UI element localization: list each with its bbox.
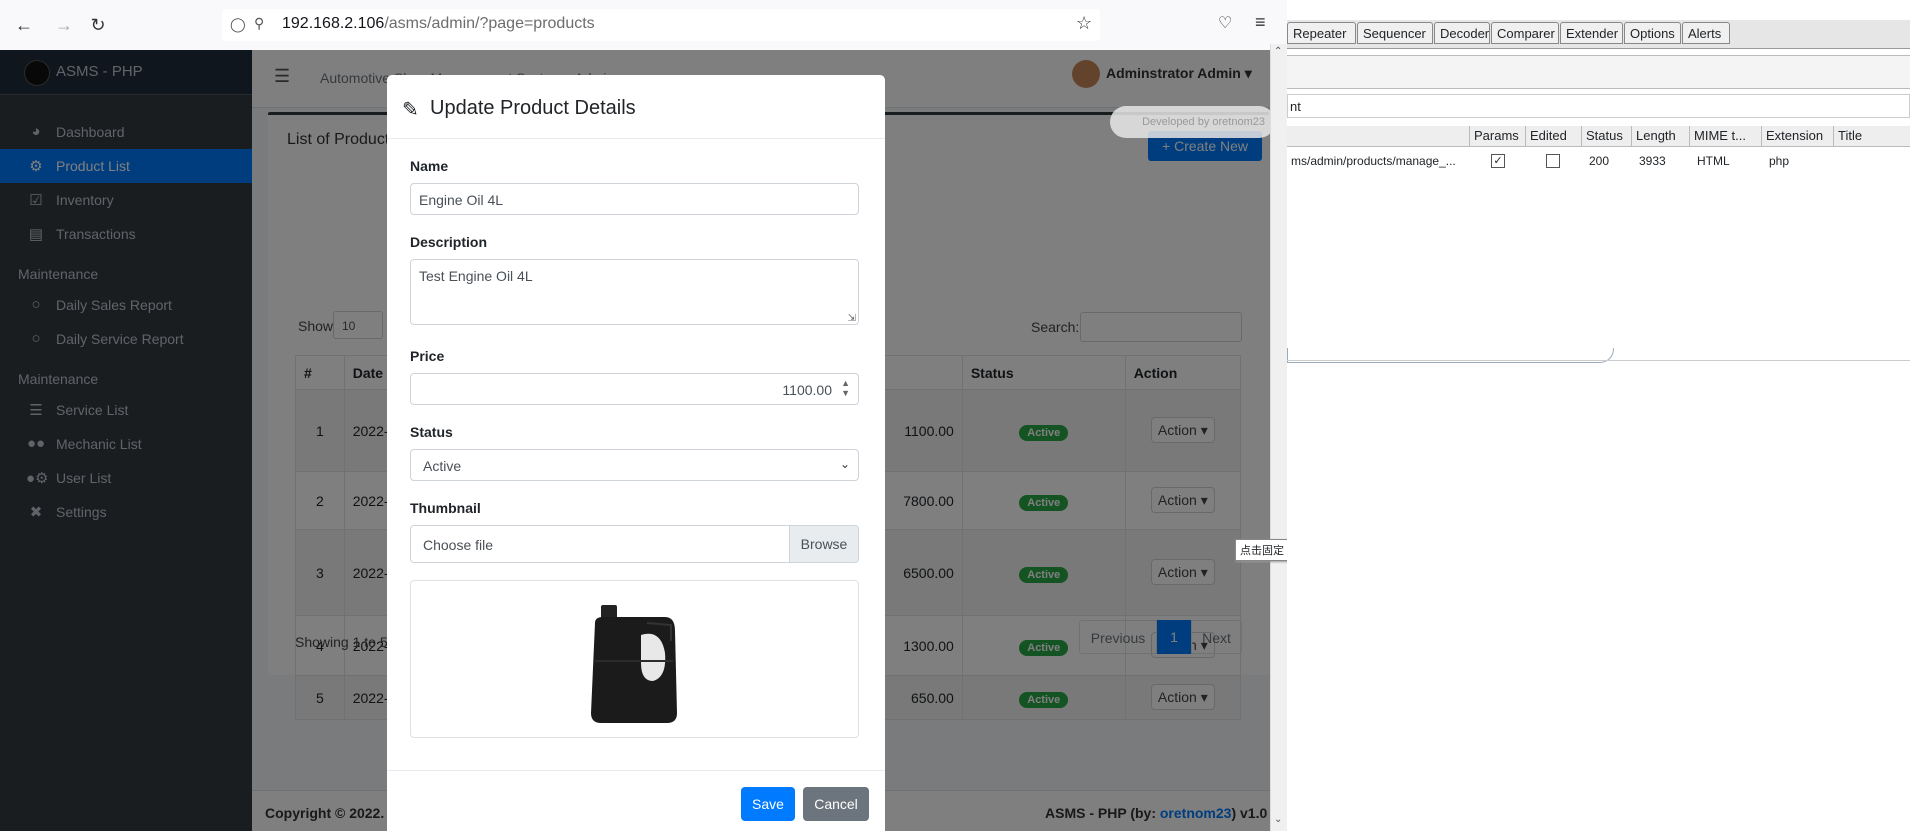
save-label: Save [752,796,784,812]
column-header-label: Length [1636,128,1676,143]
menu-icon[interactable]: ≡ [1255,12,1266,33]
resize-handle-icon[interactable]: ⇲ [848,313,856,324]
developed-by-text: Developed by oretnom23 [1142,116,1265,128]
engine-oil-can-image [591,605,677,723]
forward-icon[interactable]: → [52,13,76,37]
column-header-label: Params [1474,128,1519,143]
panel-divider [1287,360,1910,361]
description-label: Description [410,234,488,250]
back-icon[interactable]: ← [12,13,36,37]
tool-subpanel [1287,55,1910,89]
row-extension: php [1769,154,1790,168]
scroll-down-icon[interactable]: ⌄ [1274,814,1282,825]
tab-label: Comparer [1497,26,1555,41]
browse-label: Browse [800,536,848,552]
column-header[interactable]: Extension [1762,126,1834,146]
tab-extender[interactable]: Extender [1560,22,1623,44]
history-row[interactable]: ms/admin/products/manage_... ✓ 200 3933 … [1287,151,1910,171]
filter-text: nt [1290,99,1301,114]
tab-decoder[interactable]: Decoder [1434,22,1490,44]
url-host: 192.168.2.106 [282,15,385,32]
history-table-header: Params Edited Status Length MIME t... Ex… [1287,126,1910,147]
price-value: 1100.00 [782,382,832,398]
tooltip: 点击固定 [1235,539,1289,561]
proxy-tool-window: Repeater Sequencer Decoder Comparer Exte… [1287,0,1910,831]
status-value: Active [423,458,462,474]
tab-options[interactable]: Options [1624,22,1681,44]
edit-icon: ✎ [402,99,419,121]
bookmark-star-icon[interactable]: ☆ [1076,13,1092,34]
chevron-down-icon: ⌄ [839,457,850,471]
tab-label: Repeater [1293,26,1347,41]
cancel-button[interactable]: Cancel [803,787,869,821]
lock-icon: ⚲ [254,15,265,31]
tab-label: Extender [1566,26,1619,41]
row-url: ms/admin/products/manage_... [1291,154,1456,168]
modal-title: Update Product Details [430,97,636,119]
save-button[interactable]: Save [741,787,795,821]
column-header[interactable]: Length [1632,126,1690,146]
cancel-label: Cancel [814,796,858,812]
column-header-label: Status [1586,128,1623,143]
modal-footer-divider [387,770,885,771]
url-path: /asms/admin/?page=products [384,15,595,32]
tab-label: Decoder [1440,26,1490,41]
price-label: Price [410,348,445,364]
edited-checkbox[interactable] [1546,154,1560,168]
column-header-label: MIME t... [1694,128,1746,143]
row-length: 3933 [1639,154,1666,168]
column-header[interactable]: Title [1834,126,1910,146]
url-text: 192.168.2.106/asms/admin/?page=products [282,15,595,33]
column-header[interactable]: MIME t... [1690,126,1762,146]
file-placeholder: Choose file [423,537,494,553]
page-scrollbar[interactable]: ⌃ ⌄ [1270,44,1288,831]
pocket-icon[interactable]: ♡ [1218,13,1232,33]
column-header-label: Extension [1766,128,1824,143]
tab-sequencer[interactable]: Sequencer [1357,22,1433,44]
tool-tab-bar: Repeater Sequencer Decoder Comparer Exte… [1287,20,1910,49]
reload-icon[interactable]: ↻ [86,13,110,37]
tooltip-text: 点击固定 [1240,545,1284,557]
browser-toolbar: ← → ↻ ◯ ⚲ 192.168.2.106/asms/admin/?page… [0,0,1287,51]
browse-button[interactable]: Browse [789,526,858,562]
name-value: Engine Oil 4L [419,192,504,208]
number-spinner-icon[interactable]: ▲ ▼ [841,378,850,398]
thumbnail-file-input[interactable]: Choose file Browse [410,525,859,563]
column-header-label: Title [1838,128,1863,143]
tab-label: Options [1630,26,1675,41]
scroll-up-icon[interactable]: ⌃ [1274,46,1282,57]
column-header[interactable]: Edited [1526,126,1582,146]
params-checkbox[interactable]: ✓ [1491,154,1505,168]
column-header-label: Edited [1530,128,1567,143]
name-input[interactable]: Engine Oil 4L [410,183,859,215]
address-bar[interactable]: ◯ ⚲ 192.168.2.106/asms/admin/?page=produ… [222,9,1100,41]
thumbnail-preview [410,580,859,738]
tab-label: Sequencer [1363,26,1426,41]
status-label: Status [410,424,453,440]
tab-label: Alerts [1688,26,1722,41]
name-label: Name [410,158,449,174]
shield-icon: ◯ [230,16,246,32]
update-product-modal: ✎ Update Product Details Name Engine Oil… [387,75,885,831]
tab-repeater[interactable]: Repeater [1287,22,1356,44]
status-select[interactable]: Active ⌄ [410,449,859,481]
tab-comparer[interactable]: Comparer [1491,22,1559,44]
row-status: 200 [1589,154,1610,168]
column-header[interactable]: Params [1470,126,1526,146]
description-value: Test Engine Oil 4L [419,268,533,284]
column-header[interactable] [1287,126,1470,146]
filter-bar[interactable]: nt [1287,94,1910,118]
column-header[interactable]: Status [1582,126,1632,146]
modal-header: ✎ Update Product Details [387,75,885,139]
price-input[interactable]: 1100.00 ▲ ▼ [410,373,859,405]
description-textarea[interactable]: Test Engine Oil 4L ⇲ [410,259,859,325]
tab-alerts[interactable]: Alerts [1682,22,1730,44]
developed-by-badge: Developed by oretnom23 [1110,106,1275,138]
thumbnail-label: Thumbnail [410,500,481,516]
row-mime: HTML [1697,154,1730,168]
